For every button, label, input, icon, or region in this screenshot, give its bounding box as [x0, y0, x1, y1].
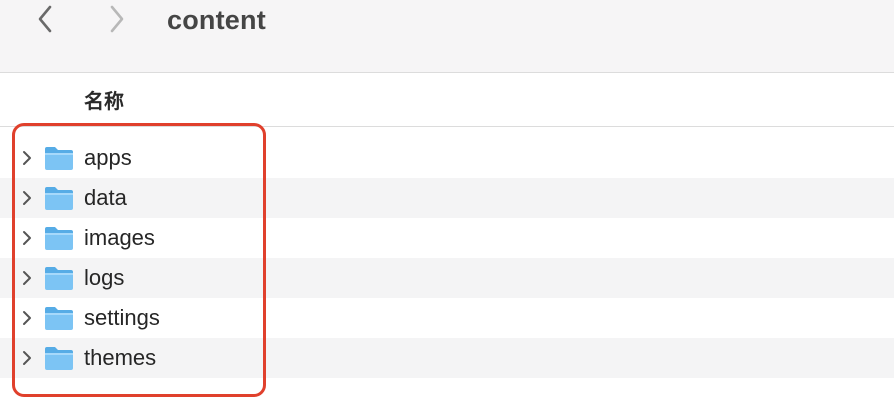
- list-item[interactable]: data: [0, 178, 894, 218]
- list-item[interactable]: themes: [0, 338, 894, 378]
- window-title: content: [167, 5, 266, 35]
- column-header-name[interactable]: 名称: [84, 85, 124, 114]
- chevron-left-icon: [38, 5, 52, 33]
- finder-window: content 名称 apps data images logs setting…: [0, 0, 894, 402]
- item-label: images: [84, 225, 155, 250]
- list-item[interactable]: images: [0, 218, 894, 258]
- chevron-right-icon[interactable]: [20, 190, 34, 206]
- toolbar: content: [0, 0, 894, 73]
- folder-icon: [45, 307, 73, 330]
- chevron-right-icon[interactable]: [20, 270, 34, 286]
- forward-button[interactable]: [102, 2, 132, 36]
- back-button[interactable]: [30, 2, 60, 36]
- item-label: apps: [84, 145, 132, 170]
- chevron-right-icon[interactable]: [20, 310, 34, 326]
- item-label: settings: [84, 305, 160, 330]
- chevron-right-icon: [110, 5, 124, 33]
- folder-icon: [45, 347, 73, 370]
- list-item[interactable]: apps: [0, 138, 894, 178]
- folder-icon: [45, 147, 73, 170]
- list-item[interactable]: settings: [0, 298, 894, 338]
- item-label: logs: [84, 265, 125, 290]
- folder-icon: [45, 267, 73, 290]
- file-list: apps data images logs settings themes: [0, 138, 894, 378]
- chevron-right-icon[interactable]: [20, 230, 34, 246]
- item-label: data: [84, 185, 127, 210]
- item-label: themes: [84, 345, 157, 370]
- list-item[interactable]: logs: [0, 258, 894, 298]
- folder-icon: [45, 187, 73, 210]
- chevron-right-icon[interactable]: [20, 350, 34, 366]
- column-header-row: 名称: [0, 73, 894, 127]
- folder-icon: [45, 227, 73, 250]
- chevron-right-icon[interactable]: [20, 150, 34, 166]
